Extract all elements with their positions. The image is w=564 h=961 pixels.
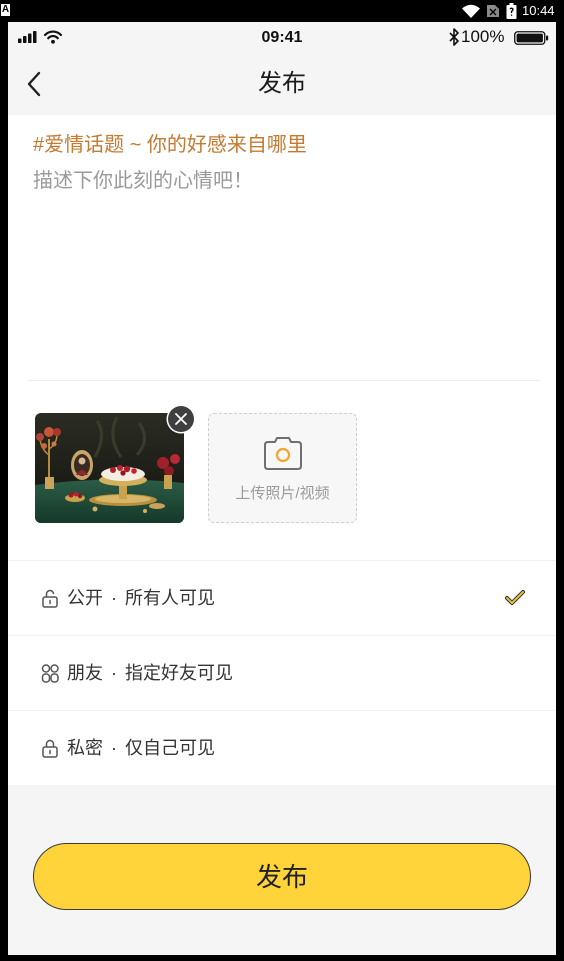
upload-media-button[interactable]: 上传照片/视频 [208,413,357,523]
no-sim-icon [486,4,500,23]
lock-icon [41,738,59,763]
post-content-input[interactable] [33,169,533,365]
status-bar: 09:41 100% [8,22,556,52]
checkmark-icon [504,589,526,612]
divider [28,380,540,381]
compose-panel: #爱情话题 ~ 你的好感来自哪里 描述下你此刻的心情吧！ 上传照片/视频 公开 … [8,115,556,785]
option-label: 私密 · 仅自己可见 [67,738,215,758]
camera-icon [263,435,303,476]
battery-icon [506,3,517,24]
app-screen: 09:41 100% 发布 #爱情话题 ~ 你的好感来自哪里 描述下你此刻的心情… [8,22,556,955]
bluetooth-icon [449,28,460,51]
close-icon [175,413,187,425]
visibility-option-friends[interactable]: 朋友 · 指定好友可见 [8,635,556,710]
battery-icon [514,31,550,50]
option-label: 公开 · 所有人可见 [67,588,215,608]
visibility-options: 公开 · 所有人可见 朋友 · 指定好友可见 私密 · 仅自己可见 [8,560,556,785]
navigation-bar: 发布 [8,52,556,115]
notification-icon: A [1,4,10,16]
attached-photo[interactable] [35,413,184,523]
photo-thumbnail [35,413,184,523]
visibility-option-public[interactable]: 公开 · 所有人可见 [8,560,556,635]
publish-button[interactable]: 发布 [33,843,531,910]
page-title: 发布 [258,70,306,97]
lock-open-icon [41,588,59,613]
battery-percent: 100% [461,27,505,46]
android-status-bar: A 10:44 [0,0,564,22]
upload-label: 上传照片/视频 [235,485,330,502]
friends-icon [41,663,59,688]
remove-photo-button[interactable] [168,406,194,432]
visibility-option-private[interactable]: 私密 · 仅自己可见 [8,710,556,785]
option-label: 朋友 · 指定好友可见 [67,663,233,683]
topic-tag[interactable]: #爱情话题 ~ 你的好感来自哪里 [33,133,307,157]
system-clock: 10:44 [522,3,555,18]
wifi-icon [462,4,480,23]
